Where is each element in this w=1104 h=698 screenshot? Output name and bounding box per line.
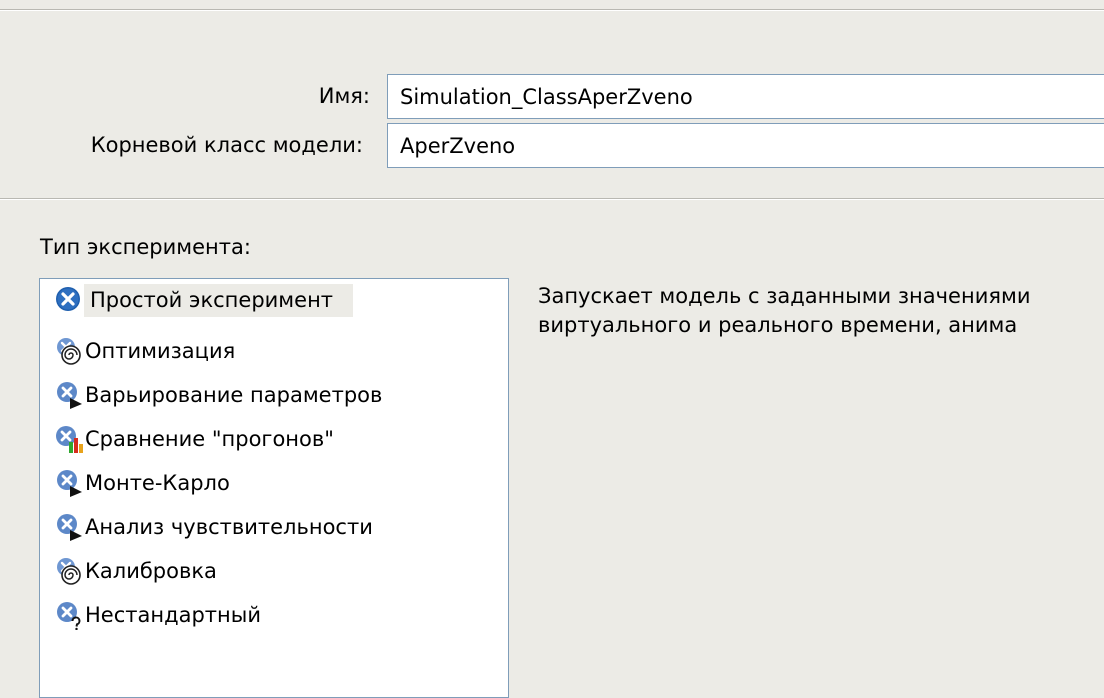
- compare-runs-icon: [54, 424, 84, 454]
- experiment-item-label: Анализ чувствительности: [85, 514, 373, 539]
- experiment-item-label: Нестандартный: [85, 602, 261, 627]
- optimization-icon: [54, 336, 84, 366]
- experiment-item-calibration[interactable]: Калибровка: [54, 554, 237, 588]
- description-line: Запускает модель с заданными значениями: [538, 284, 1031, 308]
- experiment-description: Запускает модель с заданными значениями …: [538, 282, 1104, 340]
- experiment-item-compare-runs[interactable]: Сравнение "прогонов": [54, 422, 354, 456]
- experiment-item-custom[interactable]: Нестандартный: [54, 598, 281, 632]
- name-input[interactable]: [387, 74, 1104, 119]
- experiment-item-parameter-variation[interactable]: Варьирование параметров: [54, 378, 402, 412]
- experiment-type-list[interactable]: Простой эксперимент Оптимизация Варьиров…: [39, 278, 509, 698]
- experiment-item-label: Монте-Карло: [85, 470, 230, 495]
- experiment-item-label: Сравнение "прогонов": [85, 426, 334, 451]
- custom-experiment-icon: [54, 600, 84, 630]
- experiment-type-label: Тип эксперимента:: [40, 235, 251, 259]
- experiment-item-label: Калибровка: [85, 558, 217, 583]
- description-line: виртуального и реального времени, анима: [538, 313, 1018, 337]
- experiment-item-simple[interactable]: Простой эксперимент: [54, 283, 354, 317]
- calibration-icon: [54, 556, 84, 586]
- root-class-label: Корневой класс модели:: [90, 133, 363, 157]
- experiment-item-label: Варьирование параметров: [85, 382, 383, 407]
- experiment-item-label: Простой эксперимент: [84, 283, 354, 317]
- experiment-item-sensitivity-analysis[interactable]: Анализ чувствительности: [54, 510, 393, 544]
- experiment-item-monte-carlo[interactable]: Монте-Карло: [54, 466, 250, 500]
- experiment-item-optimization[interactable]: Оптимизация: [54, 334, 255, 368]
- simple-experiment-icon: [54, 285, 84, 315]
- sensitivity-analysis-icon: [54, 512, 84, 542]
- section-separator: [0, 198, 1104, 200]
- monte-carlo-icon: [54, 468, 84, 498]
- parameter-variation-icon: [54, 380, 84, 410]
- experiment-item-label: Оптимизация: [85, 338, 236, 363]
- root-class-input[interactable]: [387, 123, 1104, 168]
- top-separator: [0, 9, 1104, 11]
- name-label: Имя:: [318, 84, 370, 108]
